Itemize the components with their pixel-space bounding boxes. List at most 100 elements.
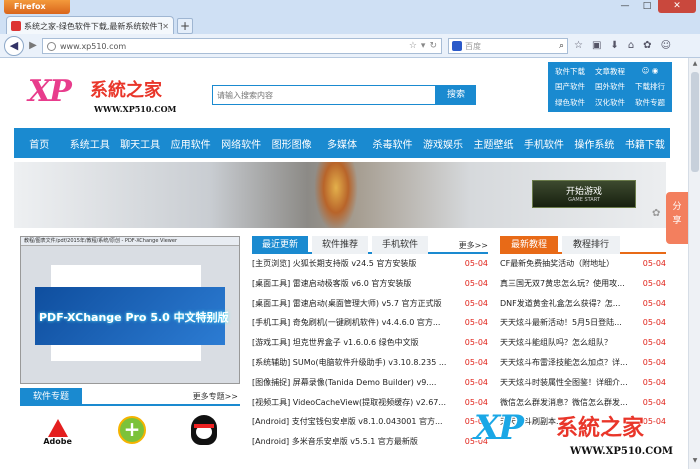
list-item[interactable]: 天天炫斗最新活动！5月5日登陆... 05-04 xyxy=(500,313,666,333)
item-title[interactable]: [系统辅助] SUMo(电脑软件升级助手) v3.10.8.235 ... xyxy=(252,353,448,373)
item-title[interactable]: [手机工具] 奇兔刷机(一键刷机软件) v4.4.6.0 官方... xyxy=(252,313,448,333)
list-item[interactable]: 天天炫斗时装属性全图鉴！详细介... 05-04 xyxy=(500,373,666,393)
item-title[interactable]: 真三国无双7黄忠怎么玩？使用攻... xyxy=(500,274,634,294)
tab-close-icon[interactable]: ✕ xyxy=(162,22,169,31)
toplink-tutorials[interactable]: 文章教程 xyxy=(590,66,630,77)
url-bar[interactable]: www.xp510.com ☆ ▾ ↻ xyxy=(42,38,442,54)
item-title[interactable]: [游戏工具] 坦克世界盒子 v1.6.0.6 绿色中文版 xyxy=(252,333,448,353)
toplink-ranking[interactable]: 下载排行 xyxy=(630,81,670,92)
browser-tab[interactable]: 系统之家-绿色软件下载,最新系统软件下... ✕ xyxy=(6,16,174,35)
list-item[interactable]: [系统辅助] SUMo(电脑软件升级助手) v3.10.8.235 ... 05-… xyxy=(252,353,488,373)
addon-icon[interactable]: ✿ xyxy=(643,40,651,51)
list-item[interactable]: 真三国无双7黄忠怎么玩？使用攻... 05-04 xyxy=(500,274,666,294)
bookmarks-icon[interactable]: ▣ xyxy=(592,40,601,51)
toplink-green[interactable]: 绿色软件 xyxy=(550,97,590,108)
toplink-topics[interactable]: 软件专题 xyxy=(630,97,670,108)
nav-network[interactable]: 网络软件 xyxy=(216,136,266,151)
tab-recommended[interactable]: 软件推荐 xyxy=(312,236,368,254)
nav-system-tools[interactable]: 系统工具 xyxy=(64,136,114,151)
qq-penguin-icon[interactable] xyxy=(191,415,218,445)
item-title[interactable]: [Android] 支付宝钱包安卓版 v8.1.0.043001 官方... xyxy=(252,412,448,432)
list-item[interactable]: [游戏工具] 坦克世界盒子 v1.6.0.6 绿色中文版 05-04 xyxy=(252,333,488,353)
toplink-software-download[interactable]: 软件下载 xyxy=(550,66,590,77)
nav-os[interactable]: 操作系统 xyxy=(569,136,619,151)
maximize-button[interactable]: □ xyxy=(636,0,658,13)
dropdown-arrow-icon[interactable]: ▾ xyxy=(421,41,426,51)
nav-applications[interactable]: 应用软件 xyxy=(165,136,215,151)
list-item[interactable]: [主页浏览] 火狐长期支持版 v24.5 官方安装版 05-04 xyxy=(252,254,488,274)
list-item[interactable]: CF最新免费抽奖活动（附地址） 05-04 xyxy=(500,254,666,274)
download-icon[interactable]: ⬇ xyxy=(610,40,618,51)
list-item[interactable]: [Android] 支付宝钱包安卓版 v8.1.0.043001 官方... 05… xyxy=(252,412,488,432)
tab-latest-tutorials[interactable]: 最新教程 xyxy=(500,236,558,254)
nav-themes[interactable]: 主题壁纸 xyxy=(468,136,518,151)
list-item[interactable]: [Android] 多米音乐安卓版 v5.5.1 官方最新版 05-04 xyxy=(252,432,488,452)
item-title[interactable]: 天天炫斗时装属性全图鉴！详细介... xyxy=(500,373,634,393)
item-title[interactable]: [桌面工具] 雷速启动(桌面管理大师) v5.7 官方正式版 xyxy=(252,294,448,314)
list-item[interactable]: 天天炫斗能组队吗？怎么组队？ 05-04 xyxy=(500,333,666,353)
nav-graphics[interactable]: 图形图像 xyxy=(266,136,316,151)
toplink-domestic[interactable]: 国产软件 xyxy=(550,81,590,92)
list-item[interactable]: 天天炫斗布雷泽技能怎么加点？详... 05-04 xyxy=(500,353,666,373)
adobe-icon[interactable]: Adobe xyxy=(43,414,73,446)
nav-games[interactable]: 游戏娱乐 xyxy=(418,136,468,151)
forward-button[interactable]: ▶ xyxy=(26,39,40,53)
url-text[interactable]: www.xp510.com xyxy=(60,42,409,51)
toplink-foreign[interactable]: 国外软件 xyxy=(590,81,630,92)
toplink-localized[interactable]: 汉化软件 xyxy=(590,97,630,108)
item-title[interactable]: [桌面工具] 雷速启动极客版 v6.0 官方安装版 xyxy=(252,274,448,294)
more-topics-link[interactable]: 更多专题>> xyxy=(193,391,238,402)
site-logo[interactable]: XP 系統之家 WWW.XP510.COM xyxy=(28,72,188,122)
tab-tutorial-ranking[interactable]: 教程排行 xyxy=(562,236,620,254)
item-title[interactable]: 天天炫斗布雷泽技能怎么加点？详... xyxy=(500,353,634,373)
list-item[interactable]: [图像捕捉] 屏幕录像(Tanida Demo Builder) v9.... 0… xyxy=(252,373,488,393)
item-title[interactable]: CF最新免费抽奖活动（附地址） xyxy=(500,254,634,274)
banner-start-game-button[interactable]: 开始游戏 GAME START xyxy=(532,180,636,208)
firefox-menu-button[interactable]: Firefox xyxy=(4,0,70,14)
nav-antivirus[interactable]: 杀毒软件 xyxy=(367,136,417,151)
special-topics-tab[interactable]: 软件专题 xyxy=(20,388,82,406)
plus-app-icon[interactable]: + xyxy=(117,416,146,444)
search-placeholder[interactable]: 百度 xyxy=(465,41,559,52)
baidu-icon[interactable] xyxy=(452,41,462,51)
item-title[interactable]: 天天炫斗能组队吗？怎么组队？ xyxy=(500,333,634,353)
nav-multimedia[interactable]: 多媒体 xyxy=(317,136,367,151)
site-search-button[interactable]: 搜索 xyxy=(436,85,476,105)
item-title[interactable]: [主页浏览] 火狐长期支持版 v24.5 官方安装版 xyxy=(252,254,448,274)
tab-mobile-software[interactable]: 手机软件 xyxy=(372,236,428,254)
bookmark-star-icon[interactable]: ☆ xyxy=(409,41,417,51)
minimize-button[interactable]: — xyxy=(614,0,636,13)
list-item[interactable]: [桌面工具] 雷速启动(桌面管理大师) v5.7 官方正式版 05-04 xyxy=(252,294,488,314)
item-title[interactable]: DNF发道黄金礼盒怎么获得？怎... xyxy=(500,294,634,314)
featured-software-screenshot[interactable]: 教程/图表文件/pdf/2015年/教程/系统/原创 - PDF-XChange… xyxy=(20,236,240,384)
share-sidebar-button[interactable]: 分 享 xyxy=(666,192,688,244)
item-title[interactable]: [视频工具] VideoCacheView(提取视频缓存) v2.67... xyxy=(252,393,448,413)
new-tab-button[interactable]: + xyxy=(177,18,193,34)
list-item[interactable]: [桌面工具] 雷速启动极客版 v6.0 官方安装版 05-04 xyxy=(252,274,488,294)
item-title[interactable]: 天天炫斗最新活动！5月5日登陆... xyxy=(500,313,634,333)
item-title[interactable]: [图像捕捉] 屏幕录像(Tanida Demo Builder) v9.... xyxy=(252,373,448,393)
close-window-button[interactable]: ✕ xyxy=(658,0,696,13)
back-button[interactable]: ◀ xyxy=(4,36,24,56)
screenshot-caption[interactable]: PDF-XChange Pro 5.0 中文特别版 xyxy=(39,309,229,325)
nav-mobile[interactable]: 手机软件 xyxy=(519,136,569,151)
site-search-input[interactable] xyxy=(212,85,436,105)
home-icon[interactable]: ⌂ xyxy=(628,40,634,51)
list-item[interactable]: DNF发道黄金礼盒怎么获得？怎... 05-04 xyxy=(500,294,666,314)
bookmark-star-icon[interactable]: ☆ xyxy=(574,40,583,51)
list-item[interactable]: [手机工具] 奇兔刷机(一键刷机软件) v4.4.6.0 官方... 05-04 xyxy=(252,313,488,333)
nav-home[interactable]: 首页 xyxy=(14,136,64,151)
tab-recent-updates[interactable]: 最近更新 xyxy=(252,236,308,254)
search-bar[interactable]: 百度 ⌕ xyxy=(448,38,568,54)
magnifier-icon[interactable]: ⌕ xyxy=(559,41,564,51)
nav-chat-tools[interactable]: 聊天工具 xyxy=(115,136,165,151)
more-link[interactable]: 更多>> xyxy=(459,240,488,251)
reload-icon[interactable]: ↻ xyxy=(429,41,437,51)
item-title[interactable]: [Android] 多米音乐安卓版 v5.5.1 官方最新版 xyxy=(252,432,448,452)
scroll-up-arrow-icon[interactable]: ▲ xyxy=(690,60,700,70)
feedback-icon[interactable]: ☺ xyxy=(661,40,671,51)
list-item[interactable]: [视频工具] VideoCacheView(提取视频缓存) v2.67... 05… xyxy=(252,393,488,413)
social-icons[interactable]: ☺ ◉ xyxy=(630,66,670,77)
nav-books[interactable]: 书籍下载 xyxy=(620,136,670,151)
scroll-thumb[interactable] xyxy=(691,72,699,172)
